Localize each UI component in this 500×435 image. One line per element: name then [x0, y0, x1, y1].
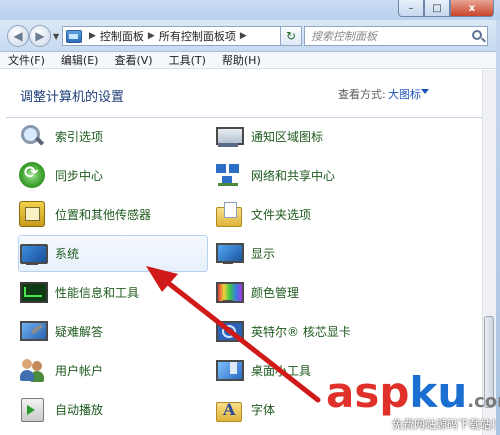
item-indexing-options[interactable]: 索引选项 [18, 120, 206, 152]
item-network-sharing[interactable]: 网络和共享中心 [214, 159, 414, 191]
close-button[interactable]: x [450, 0, 494, 17]
address-bar[interactable]: ▶ 控制面板 ▶ 所有控制面板项 ▶ ▼ [62, 26, 296, 46]
search-icon[interactable] [472, 30, 482, 40]
item-intel-graphics[interactable]: 英特尔® 核芯显卡 [214, 315, 414, 347]
watermark-subtitle: 免费网站源码下载站！ [392, 418, 500, 431]
item-folder-options[interactable]: 文件夹选项 [214, 198, 414, 230]
chevron-right-icon[interactable]: ▶ [148, 31, 155, 41]
item-sync-center[interactable]: 同步中心 [18, 159, 206, 191]
menu-view[interactable]: 查看(V) [114, 52, 152, 68]
performance-chart-icon [19, 279, 48, 305]
watermark-brand-b: ku [409, 368, 468, 417]
breadcrumb-all-items[interactable]: 所有控制面板项 [159, 28, 236, 44]
item-display[interactable]: 显示 [214, 237, 414, 269]
item-label: 通知区域图标 [251, 129, 324, 144]
item-system[interactable]: 系统 [18, 235, 208, 272]
item-color-management[interactable]: 颜色管理 [214, 276, 414, 308]
item-notification-icons[interactable]: 通知区域图标 [214, 120, 414, 152]
item-label: 同步中心 [55, 168, 104, 183]
forward-button[interactable]: ▶ [29, 25, 51, 47]
back-button[interactable]: ◀ [7, 25, 29, 47]
item-label: 英特尔® 核芯显卡 [251, 324, 351, 339]
item-label: 显示 [251, 246, 276, 261]
color-management-icon [215, 279, 244, 305]
minimize-button[interactable]: – [398, 0, 424, 17]
menu-help[interactable]: 帮助(H) [222, 52, 261, 68]
view-by-label: 查看方式: [338, 88, 386, 101]
chevron-down-icon[interactable] [421, 89, 429, 94]
item-label: 字体 [251, 402, 276, 417]
item-troubleshooting[interactable]: 疑难解答 [18, 315, 206, 347]
breadcrumb-control-panel[interactable]: 控制面板 [100, 28, 144, 44]
forward-arrow-icon: ▶ [35, 29, 45, 43]
network-icon [215, 162, 241, 188]
users-icon [19, 357, 45, 383]
magnify-icon [19, 123, 45, 149]
maximize-button[interactable]: □ [424, 0, 450, 17]
item-label: 桌面小工具 [251, 363, 312, 378]
item-label: 性能信息和工具 [55, 285, 140, 300]
item-user-accounts[interactable]: 用户帐户 [18, 354, 206, 386]
item-label: 颜色管理 [251, 285, 300, 300]
item-label: 网络和共享中心 [251, 168, 336, 183]
refresh-icon: ↻ [285, 29, 297, 43]
back-arrow-icon: ◀ [13, 29, 23, 43]
item-label: 索引选项 [55, 129, 104, 144]
watermark-brand-c: .com [467, 391, 500, 412]
folder-options-icon [215, 201, 242, 227]
divider [6, 117, 482, 118]
sensor-icon [19, 201, 45, 227]
item-location-sensors[interactable]: 位置和其他传感器 [18, 198, 206, 230]
item-autoplay[interactable]: 自动播放 [18, 393, 206, 425]
menu-bar: 文件(F) 编辑(E) 查看(V) 工具(T) 帮助(H) [0, 52, 500, 69]
search-input[interactable]: 搜索控制面板 [304, 26, 488, 46]
fonts-icon [215, 396, 242, 422]
display-icon [215, 240, 244, 266]
desktop-gadgets-icon [215, 357, 244, 383]
item-label: 用户帐户 [55, 363, 104, 378]
troubleshoot-icon [19, 318, 48, 344]
item-label: 自动播放 [55, 402, 104, 417]
menu-file[interactable]: 文件(F) [8, 52, 45, 68]
item-label: 文件夹选项 [251, 207, 312, 222]
menu-tools[interactable]: 工具(T) [169, 52, 206, 68]
watermark-brand-a: asp [326, 368, 410, 417]
item-label: 位置和其他传感器 [55, 207, 152, 222]
intel-graphics-icon [215, 318, 244, 344]
item-performance-tools[interactable]: 性能信息和工具 [18, 276, 206, 308]
recent-pages-dropdown[interactable]: ▼ [53, 32, 59, 41]
autoplay-icon [19, 396, 45, 422]
view-by-select[interactable]: 大图标 [388, 86, 421, 102]
page-title: 调整计算机的设置 [20, 90, 125, 105]
monitor-icon [19, 241, 48, 267]
item-label: 系统 [55, 247, 80, 261]
notification-area-icon [215, 123, 244, 149]
chevron-right-icon[interactable]: ▶ [89, 31, 96, 41]
refresh-button[interactable]: ↻ [280, 26, 302, 46]
sync-icon [19, 162, 45, 188]
control-panel-icon [66, 29, 82, 43]
item-label: 疑难解答 [55, 324, 104, 339]
chevron-right-icon[interactable]: ▶ [240, 31, 247, 41]
title-bar: – □ x [0, 0, 500, 20]
window-controls: – □ x [398, 0, 494, 17]
address-row: ◀ ▶ ▼ ▶ 控制面板 ▶ 所有控制面板项 ▶ ▼ ↻ 搜索控制面板 [0, 20, 500, 52]
menu-edit[interactable]: 编辑(E) [61, 52, 99, 68]
search-placeholder: 搜索控制面板 [311, 30, 377, 43]
